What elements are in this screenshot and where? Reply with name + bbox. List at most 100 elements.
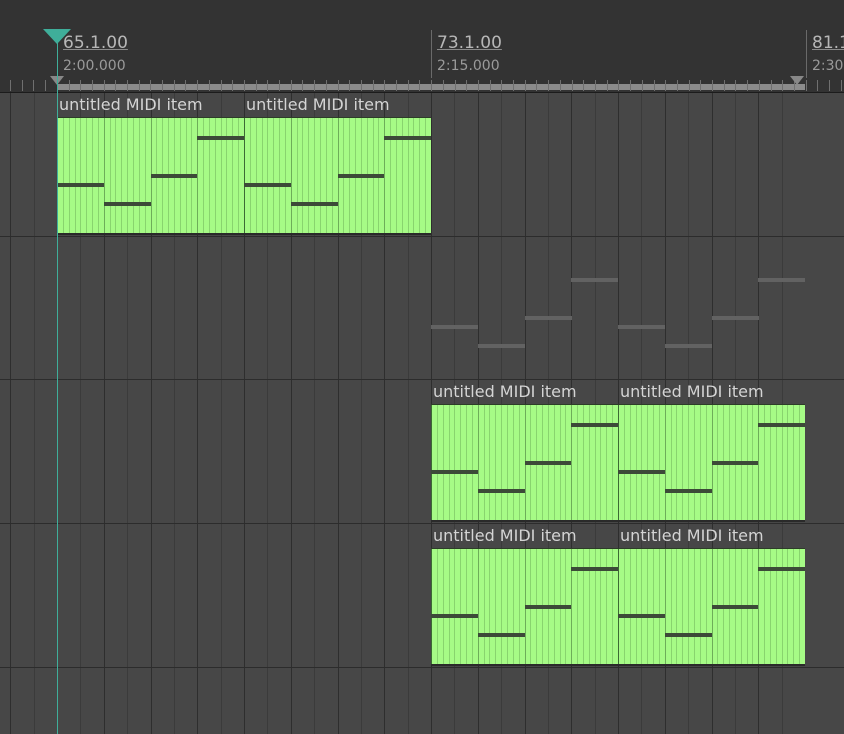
- midi-note[interactable]: [477, 633, 525, 637]
- item-grid-line: [641, 405, 643, 520]
- ruler-tick: [583, 80, 584, 91]
- midi-note[interactable]: [571, 423, 618, 427]
- midi-item[interactable]: untitled MIDI item: [431, 524, 618, 666]
- midi-item-body[interactable]: [618, 404, 805, 522]
- ruler-tick: [302, 80, 303, 91]
- ghost-note: [525, 316, 572, 320]
- ruler-tick: [291, 80, 292, 91]
- midi-note[interactable]: [711, 461, 759, 465]
- ruler-tick: [642, 80, 643, 91]
- item-edge[interactable]: [431, 405, 432, 520]
- ruler-tick: [115, 80, 116, 91]
- ruler-tick: [314, 80, 315, 91]
- midi-item[interactable]: untitled MIDI item: [244, 93, 431, 235]
- item-grid-line: [483, 405, 485, 520]
- track-lane-2[interactable]: [0, 236, 844, 380]
- midi-note[interactable]: [524, 461, 572, 465]
- item-grid-line: [86, 118, 88, 233]
- item-grid-line: [442, 549, 444, 664]
- ruler-tick: [267, 80, 268, 91]
- midi-note[interactable]: [758, 423, 805, 427]
- midi-item[interactable]: untitled MIDI item: [618, 524, 805, 666]
- item-grid-line: [699, 405, 701, 520]
- timeline-ruler[interactable]: 65.1.00 2:00.000 73.1.00 2:15.000 81.1.0…: [0, 0, 844, 93]
- ruler-tick: [396, 80, 397, 91]
- item-grid-line: [518, 405, 520, 520]
- midi-note[interactable]: [431, 614, 478, 618]
- ghost-note: [758, 278, 805, 282]
- item-grid-line: [249, 118, 251, 233]
- midi-note[interactable]: [57, 183, 104, 187]
- loop-end-marker[interactable]: [790, 76, 804, 85]
- midi-note[interactable]: [524, 605, 572, 609]
- item-grid-line: [68, 118, 70, 233]
- ruler-tick: [384, 80, 385, 91]
- item-edge[interactable]: [431, 549, 432, 664]
- item-grid-line: [647, 549, 649, 664]
- ruler-tick: [712, 80, 713, 91]
- midi-note[interactable]: [150, 174, 198, 178]
- midi-note[interactable]: [664, 633, 712, 637]
- track-lane-4[interactable]: untitled MIDI item untitled MIDI item: [0, 524, 844, 668]
- midi-note[interactable]: [290, 202, 338, 206]
- ruler-tick: [127, 80, 128, 91]
- midi-note[interactable]: [197, 136, 244, 140]
- ruler-tick: [185, 80, 186, 91]
- item-grid-line: [676, 405, 678, 520]
- midi-note[interactable]: [758, 567, 805, 571]
- midi-item[interactable]: untitled MIDI item: [57, 93, 244, 235]
- midi-item-body[interactable]: [244, 117, 431, 235]
- midi-note[interactable]: [477, 489, 525, 493]
- midi-note[interactable]: [244, 183, 291, 187]
- item-grid-line: [495, 549, 497, 664]
- midi-note[interactable]: [664, 489, 712, 493]
- ruler-tick: [782, 80, 783, 91]
- item-grid-line: [436, 549, 438, 664]
- midi-note[interactable]: [337, 174, 385, 178]
- ruler-tick: [419, 80, 420, 91]
- item-grid-line: [506, 405, 508, 520]
- item-grid-line: [623, 405, 625, 520]
- item-grid-line: [284, 118, 286, 233]
- item-grid-line: [501, 405, 503, 520]
- item-grid-line: [267, 118, 269, 233]
- item-grid-line: [460, 549, 462, 664]
- midi-note[interactable]: [618, 470, 665, 474]
- midi-note[interactable]: [618, 614, 665, 618]
- ruler-tick: [221, 80, 222, 91]
- midi-note[interactable]: [431, 470, 478, 474]
- arrange-view[interactable]: untitled MIDI item untitled MIDI item unt…: [0, 93, 844, 734]
- ruler-tick: [104, 80, 105, 91]
- item-grid-line: [448, 405, 450, 520]
- playhead-marker[interactable]: [43, 29, 71, 44]
- midi-item-body[interactable]: [431, 548, 618, 666]
- playhead-line: [57, 30, 58, 734]
- ruler-bar-label: 81.1.00: [812, 33, 844, 53]
- item-grid-line: [623, 549, 625, 664]
- ruler-tick: [33, 80, 34, 91]
- midi-item-body[interactable]: [431, 404, 618, 522]
- ruler-tick: [443, 80, 444, 91]
- ruler-tick: [735, 80, 736, 91]
- midi-note[interactable]: [384, 136, 431, 140]
- midi-item[interactable]: untitled MIDI item: [618, 380, 805, 522]
- item-edge[interactable]: [618, 549, 619, 664]
- ruler-tick: [139, 80, 140, 91]
- midi-note[interactable]: [711, 605, 759, 609]
- midi-item[interactable]: untitled MIDI item: [431, 380, 618, 522]
- ruler-tick: [724, 80, 725, 91]
- item-edge[interactable]: [618, 405, 619, 520]
- item-grid-line: [296, 118, 298, 233]
- track-lane-1[interactable]: untitled MIDI item untitled MIDI item: [0, 93, 844, 237]
- midi-item-body[interactable]: [57, 117, 244, 235]
- midi-note[interactable]: [571, 567, 618, 571]
- midi-note[interactable]: [103, 202, 151, 206]
- midi-item-label: untitled MIDI item: [620, 382, 764, 401]
- ruler-tick: [630, 80, 631, 91]
- track-lane-3[interactable]: untitled MIDI item untitled MIDI item: [0, 380, 844, 524]
- item-edge[interactable]: [244, 118, 245, 233]
- item-grid-line: [477, 405, 479, 520]
- midi-item-body[interactable]: [618, 548, 805, 666]
- item-grid-line: [705, 549, 707, 664]
- ruler-tick: [45, 80, 46, 91]
